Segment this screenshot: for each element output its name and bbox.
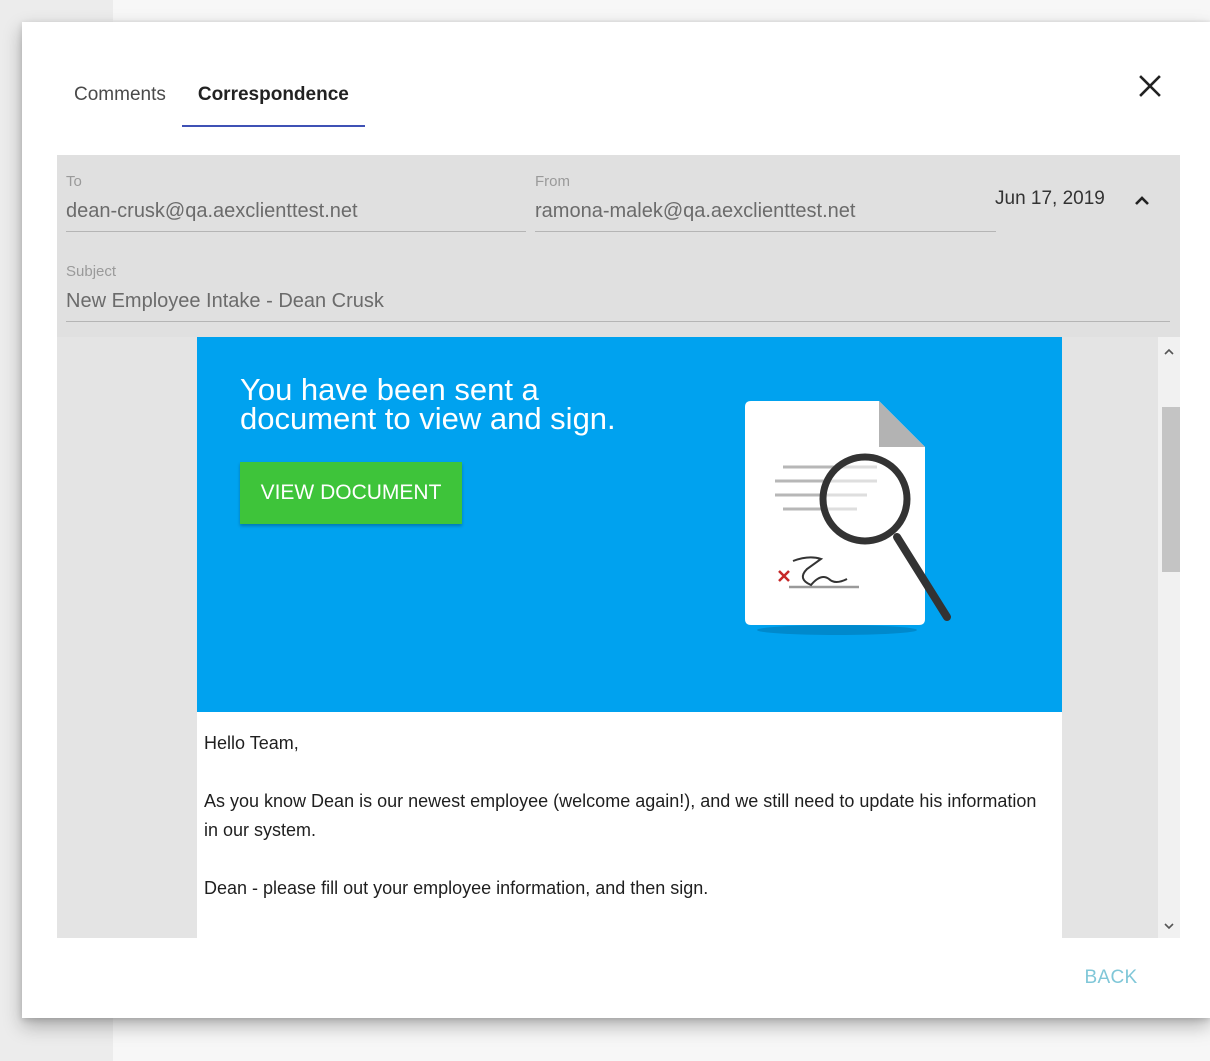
- tab-bar: Comments Correspondence: [58, 62, 365, 127]
- email-content: You have been sent a document to view an…: [197, 337, 1062, 938]
- from-label: From: [535, 173, 570, 190]
- vertical-scrollbar[interactable]: [1158, 337, 1180, 938]
- document-magnifier-icon: [745, 401, 951, 635]
- correspondence-dialog: Comments Correspondence To dean-crusk@qa…: [22, 22, 1210, 1018]
- background-bottom: [113, 1018, 1210, 1061]
- chevron-up-icon: [1164, 348, 1174, 355]
- scroll-up-button[interactable]: [1158, 342, 1180, 362]
- email-body: Hello Team, As you know Dean is our newe…: [204, 729, 1054, 932]
- from-field: From ramona-malek@qa.aexclienttest.net: [535, 173, 996, 232]
- email-paragraph: Dean - please fill out your employee inf…: [204, 878, 709, 898]
- message-date: Jun 17, 2019: [995, 188, 1105, 209]
- collapse-button[interactable]: [1130, 189, 1154, 213]
- from-value: ramona-malek@qa.aexclienttest.net: [535, 200, 996, 232]
- message-header: To dean-crusk@qa.aexclienttest.net From …: [57, 155, 1180, 337]
- tab-comments[interactable]: Comments: [58, 62, 182, 127]
- subject-value: New Employee Intake - Dean Crusk: [66, 290, 1170, 322]
- close-button[interactable]: [1134, 70, 1166, 102]
- scroll-down-button[interactable]: [1158, 916, 1180, 936]
- email-paragraph: As you know Dean is our newest employee …: [204, 791, 1037, 840]
- banner-title: You have been sent a document to view an…: [240, 372, 616, 436]
- email-banner: You have been sent a document to view an…: [197, 337, 1062, 712]
- email-viewer[interactable]: You have been sent a document to view an…: [57, 337, 1180, 938]
- tab-correspondence[interactable]: Correspondence: [181, 62, 365, 127]
- chevron-up-icon: [1135, 196, 1149, 205]
- close-icon: [1139, 75, 1161, 97]
- background-top: [113, 0, 1210, 20]
- to-label: To: [66, 173, 82, 190]
- to-field: To dean-crusk@qa.aexclienttest.net: [66, 173, 526, 232]
- chevron-down-icon: [1164, 923, 1174, 930]
- view-document-button[interactable]: VIEW DOCUMENT: [240, 462, 462, 524]
- scrollbar-thumb[interactable]: [1162, 407, 1180, 572]
- subject-field: Subject New Employee Intake - Dean Crusk: [66, 263, 1170, 322]
- back-button[interactable]: BACK: [1062, 962, 1160, 994]
- to-value: dean-crusk@qa.aexclienttest.net: [66, 200, 526, 232]
- email-greeting: Hello Team,: [204, 733, 299, 753]
- subject-label: Subject: [66, 263, 117, 280]
